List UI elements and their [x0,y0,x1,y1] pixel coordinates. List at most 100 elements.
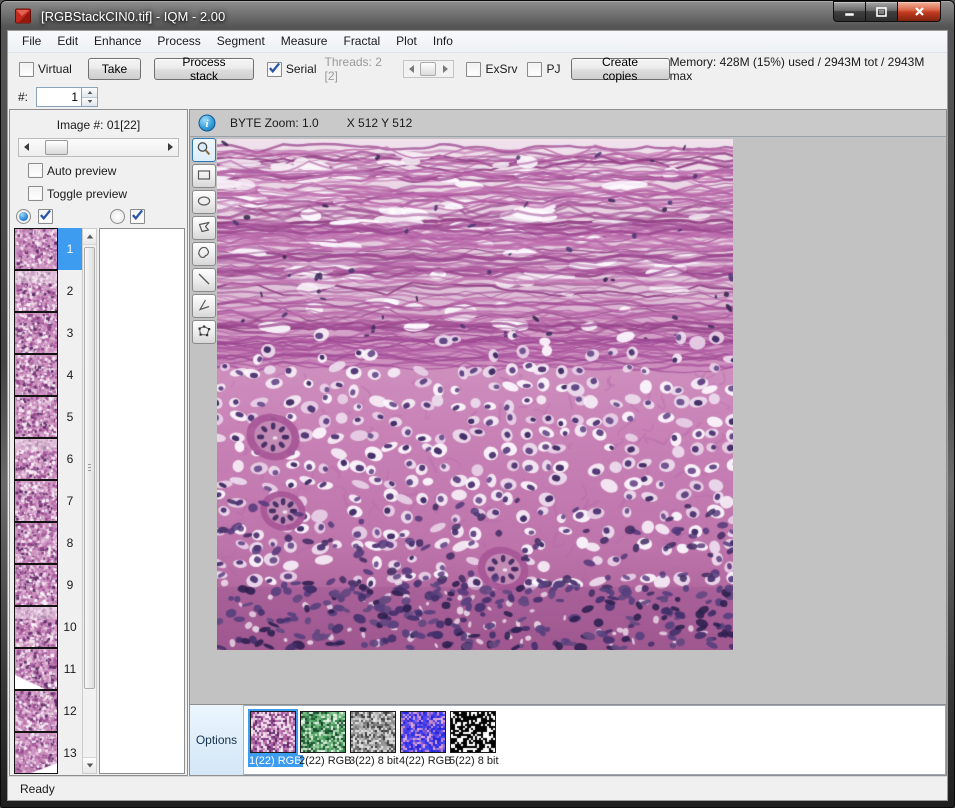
stack-thumbnail-7[interactable] [14,480,58,522]
create-copies-button[interactable]: Create copies [571,58,670,80]
slider-left-arrow-icon[interactable] [24,143,29,151]
stack-row-2[interactable]: 2 [14,270,82,312]
image-canvas-area[interactable] [217,137,943,703]
stack-row-3[interactable]: 3 [14,312,82,354]
stack-row-12[interactable]: 12 [14,690,82,732]
stack-row-11[interactable]: 11 [14,648,82,690]
title-bar[interactable]: [RGBStackCIN0.tif] - IQM - 2.00 [1,1,954,31]
take-button[interactable]: Take [88,58,141,80]
stack-row-1[interactable]: 1 [14,228,82,270]
threads-scroll-thumb[interactable] [420,62,436,76]
menu-info[interactable]: Info [425,31,461,52]
right-preview-checkbox[interactable] [130,209,145,224]
angle-roi-tool-button[interactable] [192,294,216,318]
menu-fractal[interactable]: Fractal [335,31,388,52]
right-preview-radio[interactable] [110,209,125,224]
stack-row-8[interactable]: 8 [14,522,82,564]
close-button[interactable] [898,1,941,22]
threads-scrollbar[interactable] [403,60,455,78]
stack-row-9[interactable]: 9 [14,564,82,606]
freehand-roi-tool-icon [196,245,212,264]
channel-5[interactable]: 5(22) 8 bit [448,711,498,767]
image-number-input[interactable] [36,87,81,107]
counter-row: #: [8,85,947,109]
image-number-slider[interactable] [18,138,179,157]
stack-thumbnail-9[interactable] [14,564,58,606]
spin-down-button[interactable] [82,98,97,107]
slider-right-arrow-icon[interactable] [168,143,173,151]
channel-3[interactable]: 3(22) 8 bit [348,711,398,767]
menu-plot[interactable]: Plot [388,31,425,52]
oval-roi-tool-button[interactable] [192,190,216,214]
stack-row-10[interactable]: 10 [14,606,82,648]
stack-row-5[interactable]: 5 [14,396,82,438]
stack-thumbnail-4[interactable] [14,354,58,396]
channel-label[interactable]: 5(22) 8 bit [448,755,500,767]
stack-thumbnail-3[interactable] [14,312,58,354]
polygon-roi-tool-button[interactable] [192,216,216,240]
channel-label[interactable]: 3(22) 8 bit [348,755,400,767]
channel-label[interactable]: 1(22) RGB [248,755,303,767]
slider-thumb[interactable] [45,140,68,155]
serial-checkbox[interactable] [267,62,282,77]
histology-image[interactable] [217,139,733,650]
process-stack-button[interactable]: Process stack [154,58,254,80]
stack-row-4[interactable]: 4 [14,354,82,396]
stack-row-13[interactable]: 13 [14,732,82,774]
menu-process[interactable]: Process [149,31,208,52]
menu-measure[interactable]: Measure [273,31,336,52]
channel-label[interactable]: 2(22) RGB [298,755,353,767]
close-icon [914,6,925,17]
channel-1[interactable]: 1(22) RGB [248,711,298,767]
channel-thumbnail-4[interactable] [400,711,446,753]
channel-4[interactable]: 4(22) RGB [398,711,448,767]
left-preview-radio[interactable] [16,209,31,224]
stack-thumbnail-1[interactable] [14,228,58,270]
virtual-checkbox[interactable] [19,62,34,77]
minimize-button[interactable] [833,1,866,22]
stack-row-number: 8 [58,522,82,564]
zoom-tool-button[interactable] [192,138,216,162]
scroll-up-button[interactable] [83,229,96,245]
toggle-preview-checkbox[interactable] [28,186,43,201]
channel-thumbnail-5[interactable] [450,711,496,753]
stack-row-number: 6 [58,438,82,480]
channel-label[interactable]: 4(22) RGB [398,755,453,767]
menu-edit[interactable]: Edit [49,31,86,52]
channel-2[interactable]: 2(22) RGB [298,711,348,767]
menu-segment[interactable]: Segment [209,31,273,52]
left-preview-checkbox[interactable] [38,209,53,224]
stack-row-6[interactable]: 6 [14,438,82,480]
spin-up-button[interactable] [82,88,97,98]
stack-thumbnail-6[interactable] [14,438,58,480]
stack-row-7[interactable]: 7 [14,480,82,522]
pj-checkbox[interactable] [527,62,542,77]
stack-thumbnail-2[interactable] [14,270,58,312]
channel-thumbnail-3[interactable] [350,711,396,753]
stack-scrollbar[interactable] [82,228,97,774]
scroll-thumb[interactable] [84,247,95,689]
menu-enhance[interactable]: Enhance [86,31,149,52]
stack-thumbnail-13[interactable] [14,732,58,774]
stack-thumbnail-8[interactable] [14,522,58,564]
rectangle-roi-tool-button[interactable] [192,164,216,188]
edit-polygon-roi-tool-button[interactable] [192,320,216,344]
stack-thumbnail-5[interactable] [14,396,58,438]
scroll-down-button[interactable] [83,757,96,773]
auto-preview-checkbox[interactable] [28,163,43,178]
maximize-button[interactable] [866,1,898,22]
stack-row-number: 3 [58,312,82,354]
channel-thumbnail-2[interactable] [300,711,346,753]
freehand-roi-tool-button[interactable] [192,242,216,266]
line-roi-tool-button[interactable] [192,268,216,292]
stack-thumbnail-11[interactable] [14,648,58,690]
threads-left-button[interactable] [404,62,419,76]
threads-right-button[interactable] [438,62,453,76]
channel-thumbnail-1[interactable] [250,711,296,753]
exsrv-checkbox[interactable] [466,62,481,77]
pj-label: PJ [546,62,560,76]
options-button[interactable]: Options [190,705,244,775]
menu-file[interactable]: File [14,31,49,52]
stack-thumbnail-12[interactable] [14,690,58,732]
stack-thumbnail-10[interactable] [14,606,58,648]
